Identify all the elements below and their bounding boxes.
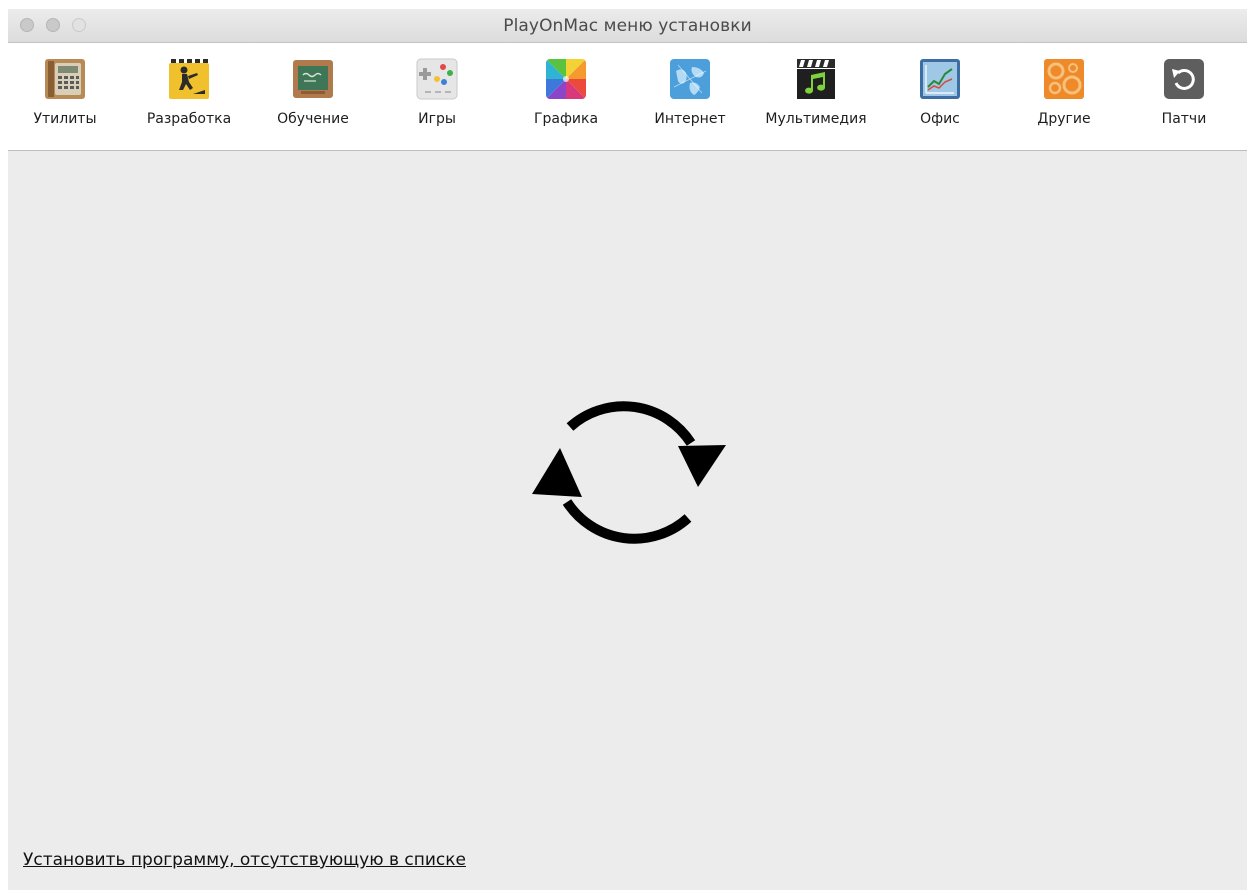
category-label: Патчи — [1161, 111, 1207, 127]
category-other-button[interactable]: Другие — [1004, 57, 1124, 127]
window-title: PlayOnMac меню установки — [503, 16, 752, 36]
calculator-icon — [45, 59, 85, 99]
film-music-icon — [797, 59, 835, 99]
chart-icon — [920, 59, 960, 99]
category-label: Другие — [1037, 111, 1091, 127]
category-label: Разработка — [146, 111, 232, 127]
refresh-icon — [532, 401, 726, 544]
category-label: Офис — [920, 111, 960, 127]
category-utilities-button[interactable]: Утилиты — [8, 57, 125, 127]
category-toolbar: Утилиты Разработка Обучение Игры Графика… — [8, 43, 1247, 151]
category-label: Графика — [533, 111, 599, 127]
category-label: Игры — [418, 111, 456, 127]
category-development-button[interactable]: Разработка — [129, 57, 249, 127]
globe-icon — [670, 59, 710, 99]
category-label: Мультимедия — [765, 111, 867, 127]
install-unlisted-program-link[interactable]: Установить программу, отсутствующую в сп… — [23, 850, 466, 870]
main-content-area: Установить программу, отсутствующую в сп… — [8, 151, 1247, 890]
color-wheel-icon — [546, 59, 586, 99]
category-education-button[interactable]: Обучение — [253, 57, 373, 127]
category-label: Обучение — [277, 111, 349, 127]
chalkboard-icon — [293, 60, 333, 98]
playonmac-install-window: PlayOnMac меню установки Утилиты Разрабо… — [8, 9, 1247, 890]
title-bar[interactable]: PlayOnMac меню установки — [8, 9, 1247, 43]
category-graphics-button[interactable]: Графика — [506, 57, 626, 127]
category-office-button[interactable]: Офис — [880, 57, 1000, 127]
category-label: Интернет — [654, 111, 726, 127]
category-label: Утилиты — [33, 111, 97, 127]
category-multimedia-button[interactable]: Мультимедия — [756, 57, 876, 127]
undo-arrow-icon — [1164, 59, 1204, 99]
category-internet-button[interactable]: Интернет — [630, 57, 750, 127]
category-games-button[interactable]: Игры — [377, 57, 497, 127]
category-patches-button[interactable]: Патчи — [1124, 57, 1244, 127]
gamepad-icon — [416, 58, 458, 100]
gears-icon — [1044, 59, 1084, 99]
construction-worker-icon — [169, 59, 209, 99]
